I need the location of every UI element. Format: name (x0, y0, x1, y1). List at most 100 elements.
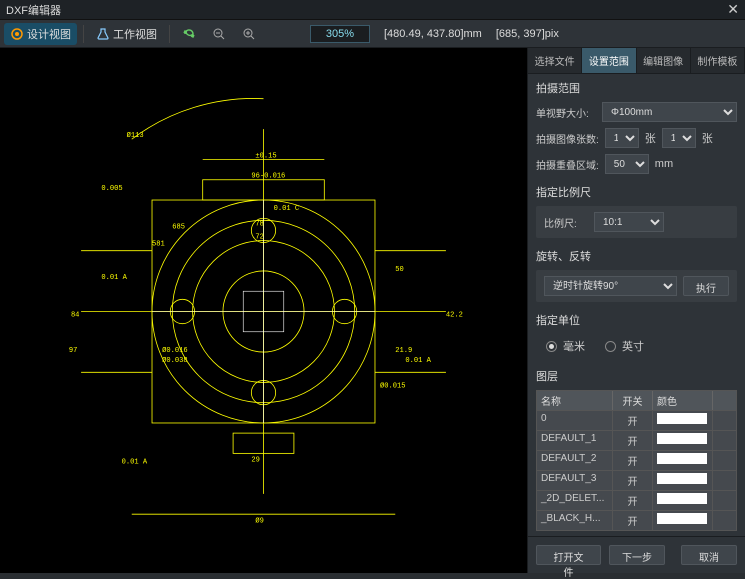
count-label: 拍摄图像张数: (536, 131, 599, 146)
col-switch: 开关 (613, 391, 653, 410)
refresh-icon (182, 27, 196, 41)
titlebar: DXF编辑器 ✕ (0, 0, 745, 20)
zoom-out-button[interactable] (206, 24, 232, 44)
svg-text:0.01 A: 0.01 A (405, 357, 431, 365)
zoom-in-button[interactable] (236, 24, 262, 44)
layer-table-body[interactable]: 0开DEFAULT_1开DEFAULT_2开DEFAULT_3开_2D_DELE… (537, 410, 736, 530)
count-y-select[interactable]: 1 (662, 128, 696, 148)
layer-name: _BLACK_H... (537, 511, 613, 530)
layer-switch[interactable]: 开 (613, 471, 653, 490)
coord-mm: [480.49, 437.80]mm (384, 28, 482, 40)
main-area: ±0.15 96-0.016 84 42.2 Ø9 Ø113 0.005 0.0… (0, 48, 745, 573)
count-x-select[interactable]: 1 (605, 128, 639, 148)
layer-color[interactable] (653, 451, 713, 470)
svg-text:96-0.016: 96-0.016 (251, 173, 285, 181)
svg-text:Ø0.038: Ø0.038 (162, 356, 188, 365)
layer-color[interactable] (653, 471, 713, 490)
tab-make-template[interactable]: 制作模板 (691, 48, 745, 73)
capture-range-title: 拍摄范围 (536, 80, 737, 96)
work-view-label: 工作视图 (113, 26, 157, 42)
layer-name: _2D_DELET... (537, 491, 613, 510)
layer-color[interactable] (653, 491, 713, 510)
svg-text:29: 29 (251, 456, 259, 464)
layer-switch[interactable]: 开 (613, 431, 653, 450)
overlap-label: 拍摄重叠区域: (536, 157, 599, 172)
layer-table: 名称 开关 颜色 0开DEFAULT_1开DEFAULT_2开DEFAULT_3… (536, 390, 737, 531)
fov-label: 单视野大小: (536, 105, 596, 120)
svg-text:21.9: 21.9 (395, 347, 412, 355)
tab-edit-image[interactable]: 编辑图像 (637, 48, 691, 73)
layers-section: 图层 名称 开关 颜色 0开DEFAULT_1开DEFAULT_2开DEFAUL… (536, 368, 737, 531)
layer-switch[interactable]: 开 (613, 511, 653, 530)
layer-color[interactable] (653, 511, 713, 530)
coord-pix: [685, 397]pix (496, 28, 559, 40)
refresh-button[interactable] (176, 24, 202, 44)
design-view-button[interactable]: 设计视图 (4, 23, 77, 45)
side-panel: 选择文件 设置范围 编辑图像 制作模板 拍摄范围 单视野大小: Φ100mm 拍… (527, 48, 745, 573)
footer: 打开文件 下一步 取消 (528, 536, 745, 573)
fov-select[interactable]: Φ100mm (602, 102, 737, 122)
layer-switch[interactable]: 开 (613, 491, 653, 510)
layer-row[interactable]: DEFAULT_1开 (537, 430, 736, 450)
unit-mm-radio[interactable]: 毫米 (546, 338, 585, 354)
count-y-unit: 张 (702, 130, 713, 146)
svg-text:0.005: 0.005 (101, 185, 122, 193)
scale-section: 指定比例尺 比例尺: 10:1 (536, 184, 737, 238)
cad-canvas[interactable]: ±0.15 96-0.016 84 42.2 Ø9 Ø113 0.005 0.0… (0, 48, 527, 573)
layer-name: DEFAULT_2 (537, 451, 613, 470)
open-file-button[interactable]: 打开文件 (536, 545, 601, 565)
unit-title: 指定单位 (536, 312, 737, 328)
svg-text:0.01 A: 0.01 A (122, 459, 148, 467)
work-view-button[interactable]: 工作视图 (90, 23, 163, 45)
svg-text:84: 84 (71, 312, 80, 320)
layer-color[interactable] (653, 411, 713, 430)
zoom-out-icon (212, 27, 226, 41)
zoom-level[interactable]: 305% (310, 25, 370, 43)
svg-text:Ø9: Ø9 (255, 516, 264, 525)
svg-text:Ø113: Ø113 (127, 131, 144, 140)
layer-row[interactable]: _BLACK_H...开 (537, 510, 736, 530)
layer-color[interactable] (653, 431, 713, 450)
unit-section: 指定单位 毫米 英寸 (536, 312, 737, 358)
svg-text:Ø0.016: Ø0.016 (162, 346, 188, 355)
panel-body: 拍摄范围 单视野大小: Φ100mm 拍摄图像张数: 1 张 1 张 拍摄重叠区… (528, 74, 745, 536)
svg-text:±0.15: ±0.15 (255, 152, 276, 160)
scale-title: 指定比例尺 (536, 184, 737, 200)
tab-set-range[interactable]: 设置范围 (582, 48, 636, 73)
next-button[interactable]: 下一步 (609, 545, 665, 565)
divider (83, 25, 84, 43)
col-name: 名称 (537, 391, 613, 410)
unit-inch-label: 英寸 (622, 338, 644, 354)
flask-icon (96, 27, 110, 41)
svg-text:581: 581 (152, 241, 165, 249)
layer-row[interactable]: _2D_DELET...开 (537, 490, 736, 510)
layer-row[interactable]: 0开 (537, 410, 736, 430)
tab-select-file[interactable]: 选择文件 (528, 48, 582, 73)
target-icon (10, 27, 24, 41)
layer-switch[interactable]: 开 (613, 451, 653, 470)
layer-name: DEFAULT_3 (537, 471, 613, 490)
rotate-section: 旋转、反转 逆时针旋转90° 执行 (536, 248, 737, 302)
tab-bar: 选择文件 设置范围 编辑图像 制作模板 (528, 48, 745, 74)
svg-text:72: 72 (255, 234, 264, 242)
svg-text:0.01 C: 0.01 C (274, 205, 300, 213)
svg-text:0.01 A: 0.01 A (101, 274, 127, 282)
layer-switch[interactable]: 开 (613, 411, 653, 430)
svg-text:Ø0.015: Ø0.015 (380, 382, 406, 391)
svg-text:42.2: 42.2 (446, 312, 463, 320)
layer-row[interactable]: DEFAULT_2开 (537, 450, 736, 470)
zoom-in-icon (242, 27, 256, 41)
svg-text:50: 50 (395, 266, 404, 274)
layer-name: 0 (537, 411, 613, 430)
cancel-button[interactable]: 取消 (681, 545, 737, 565)
execute-button[interactable]: 执行 (683, 276, 729, 296)
overlap-select[interactable]: 50 (605, 154, 649, 174)
rotate-select[interactable]: 逆时针旋转90° (544, 276, 677, 296)
layer-row[interactable]: DEFAULT_3开 (537, 470, 736, 490)
close-icon[interactable]: ✕ (727, 1, 739, 18)
svg-text:685: 685 (172, 223, 185, 231)
scale-select[interactable]: 10:1 (594, 212, 664, 232)
col-color: 颜色 (653, 391, 713, 410)
unit-inch-radio[interactable]: 英寸 (605, 338, 644, 354)
window-title: DXF编辑器 (6, 2, 727, 18)
